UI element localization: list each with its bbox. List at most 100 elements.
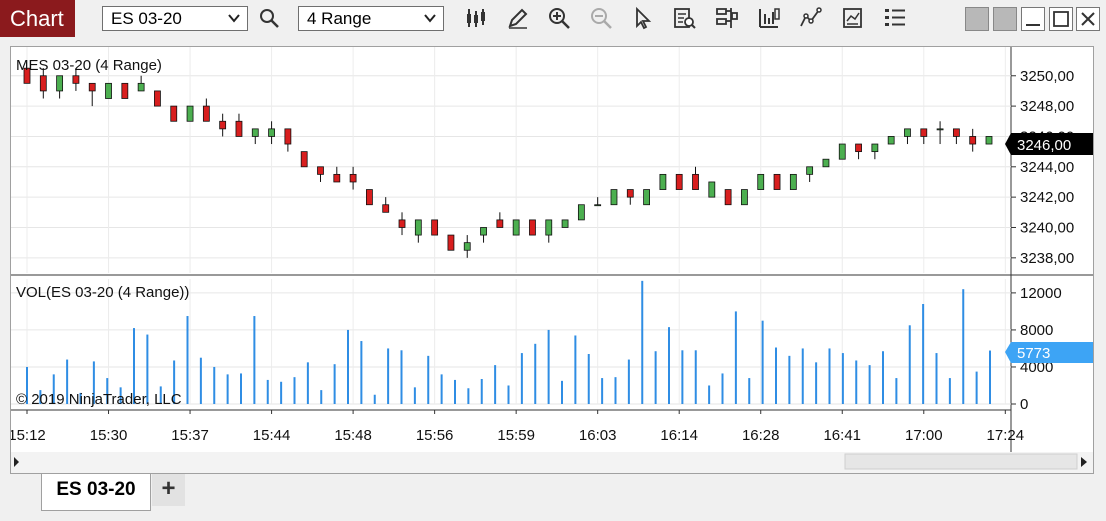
minimize-icon[interactable] (1021, 7, 1045, 31)
candle-body (675, 173, 683, 190)
candle-body (789, 173, 797, 190)
candle-body (349, 173, 357, 183)
price-tick-label: 3244,00 (1020, 159, 1074, 176)
volume-bar (534, 343, 537, 404)
time-tick-label: 15:44 (253, 427, 291, 444)
time-tick-label: 15:12 (11, 427, 46, 444)
period-selector[interactable]: 4 Range (298, 6, 444, 31)
scroll-thumb[interactable] (844, 453, 1078, 470)
volume-bar (962, 289, 965, 404)
last-volume-value: 5773 (1017, 345, 1050, 362)
price-tick-label: 3248,00 (1020, 98, 1074, 115)
candle-body (610, 189, 618, 206)
candle-body (480, 227, 487, 236)
volume-bar (387, 348, 390, 404)
candle-body (72, 75, 80, 84)
tab-bar: ES 03-20 + (0, 474, 1106, 521)
templates-icon[interactable] (841, 6, 865, 30)
volume-bar (320, 390, 323, 404)
candle-body (936, 128, 944, 131)
tile-button[interactable] (993, 7, 1017, 31)
price-tick-label: 3238,00 (1020, 250, 1074, 267)
volume-bar (601, 378, 604, 404)
order-entry-icon[interactable] (883, 6, 907, 30)
horizontal-scrollbar[interactable] (11, 452, 1093, 473)
chevron-down-icon (424, 14, 436, 23)
candle-body (887, 136, 895, 145)
zoom-out-icon[interactable] (589, 6, 613, 30)
candle-body (268, 128, 275, 137)
period-value: 4 Range (307, 9, 372, 28)
time-tick-label: 17:00 (905, 427, 943, 444)
tile-button[interactable] (965, 7, 989, 31)
candle-body (447, 234, 455, 251)
chevron-down-icon (228, 14, 240, 23)
volume-bar (400, 350, 403, 404)
tab-es-03-20[interactable]: ES 03-20 (41, 474, 151, 511)
volume-bar (908, 325, 911, 404)
candle-body (692, 173, 699, 190)
volume-bar (427, 355, 430, 404)
volume-bar (507, 385, 510, 404)
indicators-icon[interactable] (799, 6, 823, 30)
candle-body (969, 136, 977, 145)
zoom-in-icon[interactable] (547, 6, 571, 30)
chart-canvas[interactable]: 3250,00 3248,00 3246,00 3244,00 3242,00 3240,… (8, 47, 1093, 473)
instrument-selector[interactable]: ES 03-20 (102, 6, 248, 31)
candle-body (333, 173, 341, 183)
candle-body (577, 204, 585, 221)
candle-body (121, 82, 129, 99)
add-tab-button[interactable]: + (152, 474, 185, 506)
candle-body (202, 105, 210, 122)
volume-bar (266, 379, 269, 404)
candle-body (773, 173, 781, 190)
volume-bar (547, 329, 550, 404)
volume-tick-label: 0 (1020, 396, 1028, 413)
candle-body (251, 128, 259, 137)
maximize-icon[interactable] (1049, 7, 1073, 31)
volume-bar (293, 377, 296, 404)
candle-body (154, 90, 161, 107)
volume-bar (748, 378, 751, 404)
last-price-marker: 3246,00 (1005, 133, 1093, 155)
volume-bar (734, 311, 737, 404)
time-tick-label: 16:41 (823, 427, 861, 444)
search-icon[interactable] (257, 6, 281, 30)
candle-body (855, 143, 862, 153)
time-tick-label: 16:03 (579, 427, 617, 444)
candle-body (545, 219, 553, 236)
volume-bar (494, 365, 497, 404)
candle-body (838, 143, 846, 160)
volume-bar (627, 359, 630, 404)
copyright-text: © 2019 NinjaTrader, LLC (16, 391, 182, 408)
draw-tool-icon[interactable] (506, 6, 530, 30)
data-box-icon[interactable] (673, 6, 697, 30)
bar-type-icon[interactable] (464, 6, 488, 30)
volume-bar (694, 350, 697, 404)
strategies-icon[interactable] (757, 6, 781, 30)
volume-bar (788, 355, 791, 404)
volume-bar (413, 387, 416, 404)
candle-body (806, 166, 814, 175)
volume-bar (226, 374, 229, 404)
volume-bar (213, 366, 216, 404)
volume-bar (574, 335, 577, 404)
time-tick-label: 15:56 (416, 427, 454, 444)
time-tick-label: 16:28 (742, 427, 780, 444)
close-icon[interactable] (1076, 7, 1100, 31)
volume-bar (520, 353, 523, 404)
chart-panel[interactable]: 3250,00 3248,00 3246,00 3244,00 3242,00 3240,… (8, 46, 1094, 474)
volume-bar (440, 374, 443, 404)
volume-bar (641, 280, 644, 404)
volume-bar (240, 373, 242, 404)
volume-bar (360, 341, 363, 404)
volume-bar (895, 378, 898, 404)
candle-body (105, 82, 112, 99)
price-tick-label: 3240,00 (1020, 219, 1074, 236)
time-tick-label: 16:14 (660, 427, 698, 444)
properties-icon[interactable] (715, 6, 739, 30)
volume-bar (347, 329, 349, 404)
pointer-icon[interactable] (631, 6, 655, 30)
volume-bar (373, 394, 376, 404)
candle-body (431, 219, 439, 236)
